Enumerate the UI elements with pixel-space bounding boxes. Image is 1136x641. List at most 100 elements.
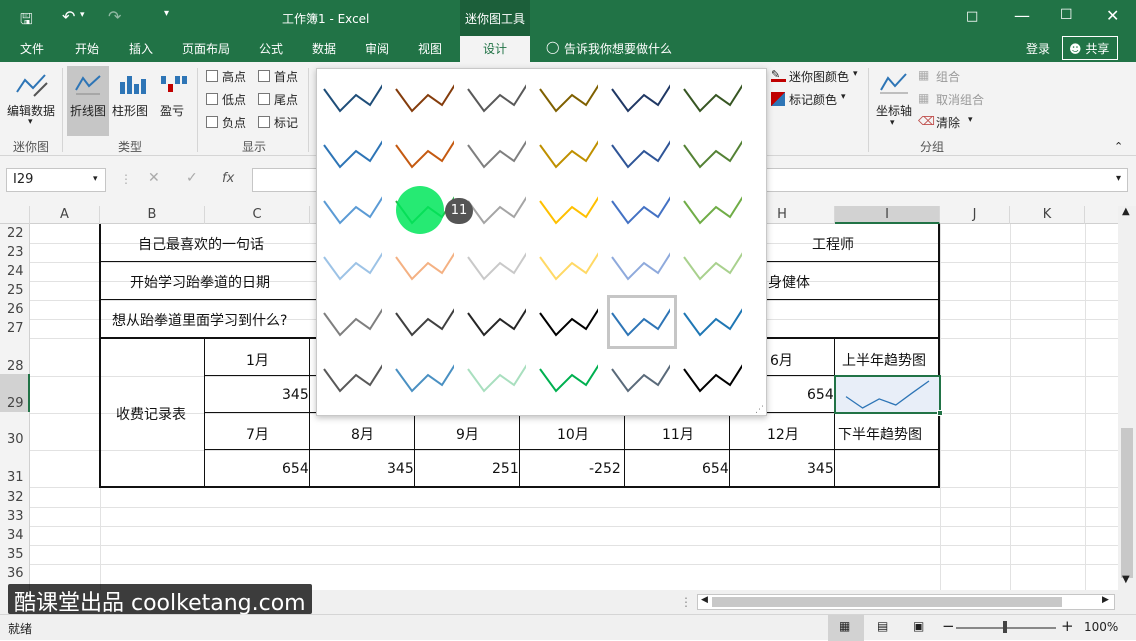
column-header-selected[interactable]: I (835, 206, 940, 224)
tell-me-box[interactable]: 告诉我你想要做什么 (564, 40, 672, 57)
row-header[interactable]: 24 (0, 264, 30, 279)
sparkline-style-option[interactable] (394, 357, 454, 397)
row-header[interactable]: 25 (0, 283, 30, 298)
redo-icon[interactable]: ↷ (108, 7, 121, 26)
last-point-checkbox[interactable] (258, 93, 270, 105)
customize-qat-icon[interactable]: ▾ (164, 8, 169, 19)
markers-checkbox[interactable] (258, 116, 270, 128)
row-header[interactable]: 32 (0, 490, 30, 505)
insert-function-button[interactable]: fx (222, 171, 234, 186)
tab-design[interactable]: 设计 (460, 36, 530, 62)
tab-review[interactable]: 审阅 (365, 40, 389, 57)
sparkline-style-option[interactable] (610, 77, 670, 117)
sparkline-style-option[interactable] (538, 189, 598, 229)
row-header[interactable]: 31 (0, 470, 30, 485)
sparkline-style-option[interactable] (394, 301, 454, 341)
sparkline-style-option[interactable] (322, 301, 382, 341)
group-button[interactable]: 组合 (936, 68, 960, 85)
tab-formulas[interactable]: 公式 (259, 40, 283, 57)
row-header[interactable]: 23 (0, 245, 30, 260)
chevron-down-icon[interactable]: ▾ (968, 115, 973, 125)
cell-h28[interactable]: 6月 (770, 350, 793, 370)
cell-c30[interactable]: 7月 (246, 424, 269, 444)
sparkline-style-option[interactable] (610, 133, 670, 173)
row-header[interactable]: 26 (0, 302, 30, 317)
sparkline-style-option[interactable] (682, 301, 742, 341)
collapse-ribbon-icon[interactable]: ⌃ (1114, 140, 1123, 153)
sparkline-style-option[interactable] (538, 245, 598, 285)
cell-i30[interactable]: 下半年趋势图 (838, 424, 922, 444)
sparkline-style-option[interactable] (466, 133, 526, 173)
sparkline-style-option[interactable] (682, 245, 742, 285)
cell-d31[interactable]: 345 (387, 461, 414, 477)
tab-data[interactable]: 数据 (312, 40, 336, 57)
row-header[interactable]: 35 (0, 547, 30, 562)
cell-b29-merged[interactable]: 收费记录表 (116, 404, 186, 424)
ungroup-button[interactable]: 取消组合 (936, 91, 984, 108)
tab-file[interactable]: 文件 (20, 40, 44, 57)
cancel-icon[interactable]: ✕ (148, 170, 160, 186)
page-layout-view-icon[interactable]: ▤ (877, 619, 888, 633)
row-header[interactable]: 33 (0, 509, 30, 524)
sparkline-style-option[interactable] (322, 357, 382, 397)
sparkline-style-option[interactable] (538, 357, 598, 397)
save-icon[interactable]: 🖫 (20, 9, 33, 34)
column-header[interactable]: C (205, 206, 310, 224)
zoom-level[interactable]: 100% (1084, 620, 1118, 634)
sparkline-style-option[interactable] (322, 77, 382, 117)
tab-home[interactable]: 开始 (75, 40, 99, 57)
sparkline-style-option[interactable] (466, 189, 526, 229)
high-point-checkbox[interactable] (206, 70, 218, 82)
cell-b26[interactable]: 想从跆拳道里面学习到什么? (112, 310, 287, 330)
cell-c31[interactable]: 654 (282, 461, 309, 477)
column-type-button[interactable]: 柱形图 (112, 66, 154, 136)
page-break-view-icon[interactable]: ▣ (913, 619, 924, 633)
sparkline-style-option[interactable] (682, 189, 742, 229)
scroll-left-icon[interactable]: ◀ (701, 595, 708, 605)
cell-d30[interactable]: 8月 (351, 424, 374, 444)
sparkline-style-option[interactable] (322, 245, 382, 285)
tab-page-layout[interactable]: 页面布局 (182, 40, 230, 57)
scroll-right-icon[interactable]: ▶ (1102, 595, 1109, 605)
cell-b22[interactable]: 自己最喜欢的一句话 (138, 234, 264, 254)
tab-insert[interactable]: 插入 (129, 40, 153, 57)
name-box[interactable]: I29 ▾ (6, 168, 106, 192)
maximize-icon[interactable]: ☐ (1060, 7, 1073, 23)
enter-icon[interactable]: ✓ (186, 170, 198, 186)
sparkline-style-option[interactable] (466, 77, 526, 117)
vertical-scrollbar[interactable]: ▲ ▼ (1118, 206, 1136, 590)
sparkline-style-option[interactable] (394, 77, 454, 117)
zoom-in-icon[interactable]: + (1061, 617, 1074, 635)
negative-point-checkbox[interactable] (206, 116, 218, 128)
cell-i28[interactable]: 上半年趋势图 (842, 350, 926, 370)
cell-g30[interactable]: 11月 (662, 424, 694, 444)
cell-e31[interactable]: 251 (492, 461, 519, 477)
sparkline-style-option[interactable] (394, 245, 454, 285)
row-header[interactable]: 30 (0, 432, 30, 447)
tab-view[interactable]: 视图 (418, 40, 442, 57)
line-type-button[interactable]: 折线图 (67, 66, 109, 136)
sparkline-style-option[interactable] (394, 133, 454, 173)
cell-h31[interactable]: 345 (807, 461, 834, 477)
undo-icon[interactable]: ↶ (62, 7, 75, 26)
cell-c29[interactable]: 345 (282, 387, 309, 403)
sparkline-style-option[interactable] (538, 301, 598, 341)
row-header[interactable]: 27 (0, 321, 30, 336)
marker-color-button[interactable]: 标记颜色 ▾ (771, 91, 871, 111)
scroll-thumb[interactable] (1121, 428, 1133, 578)
cell-h24[interactable]: 身健体 (768, 272, 810, 292)
winloss-type-button[interactable]: 盈亏 (156, 66, 190, 136)
chevron-down-icon[interactable]: ▾ (93, 174, 98, 184)
zoom-slider-thumb[interactable] (1003, 621, 1007, 633)
sparkline-style-option[interactable] (610, 245, 670, 285)
zoom-out-icon[interactable]: − (942, 617, 955, 635)
minimize-icon[interactable]: — (1014, 6, 1030, 25)
cell-b24[interactable]: 开始学习跆拳道的日期 (130, 272, 270, 292)
expand-formula-icon[interactable]: ▾ (1116, 173, 1121, 184)
share-button[interactable]: ☻ 共享 (1062, 36, 1118, 60)
column-header[interactable]: B (100, 206, 205, 224)
scroll-thumb[interactable] (712, 597, 1062, 607)
low-point-checkbox[interactable] (206, 93, 218, 105)
sparkline-style-option[interactable] (682, 357, 742, 397)
row-header[interactable]: 36 (0, 566, 30, 581)
